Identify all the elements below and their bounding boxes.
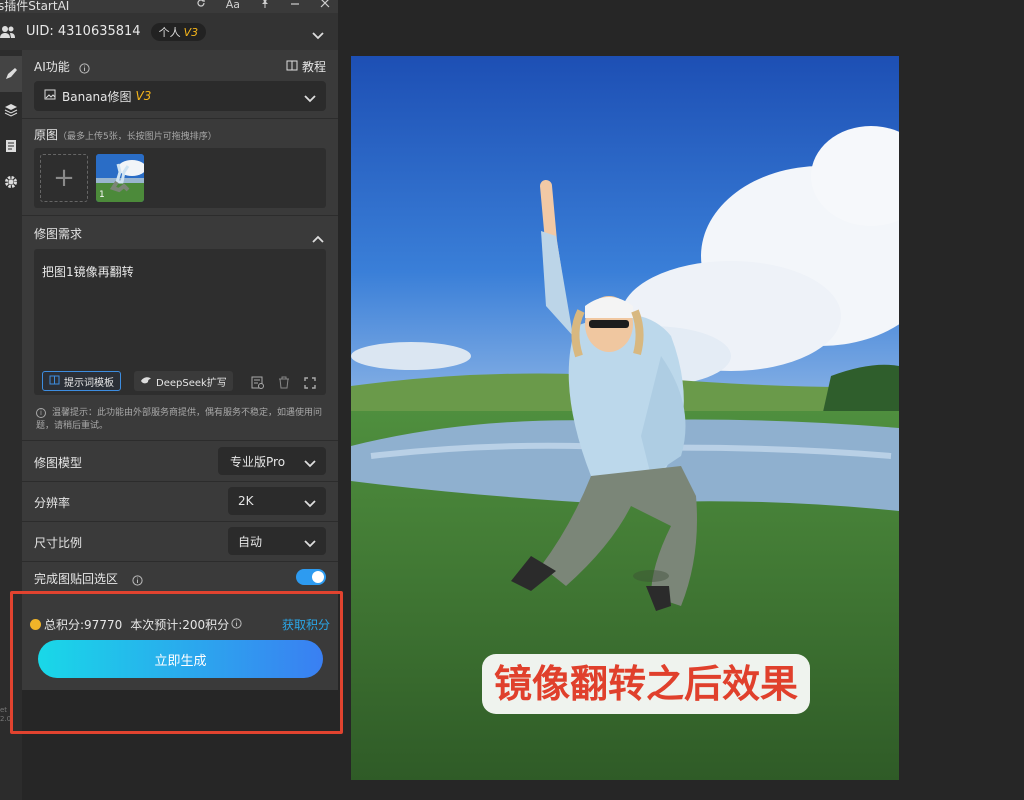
toggle-knob bbox=[312, 571, 324, 583]
divider bbox=[22, 118, 338, 119]
book-icon bbox=[49, 375, 60, 388]
refresh-icon[interactable] bbox=[196, 0, 206, 11]
edit-request-label: 修图需求 bbox=[34, 227, 83, 241]
document-icon bbox=[5, 139, 17, 153]
ratio-label: 尺寸比例 bbox=[34, 536, 83, 550]
paste-back-toggle[interactable] bbox=[296, 569, 326, 585]
prompt-template-button[interactable]: 提示词模板 bbox=[42, 371, 121, 391]
ratio-value: 自动 bbox=[238, 534, 263, 549]
chevron-up-icon[interactable] bbox=[312, 228, 324, 247]
resolution-value: 2K bbox=[238, 494, 254, 508]
brush-icon bbox=[4, 67, 18, 81]
font-icon[interactable]: Aa bbox=[226, 0, 240, 11]
add-image-button[interactable]: + bbox=[40, 154, 88, 202]
users-icon bbox=[0, 24, 16, 43]
badge-label: 个人 bbox=[158, 25, 181, 39]
original-label-text: 原图 bbox=[34, 128, 59, 142]
deepseek-label: DeepSeek扩写 bbox=[156, 377, 227, 389]
info-icon[interactable] bbox=[132, 571, 143, 590]
image-thumbnail[interactable]: 1 bbox=[96, 154, 144, 202]
original-hint: （最多上传5张，长按图片可拖拽排序） bbox=[58, 132, 217, 142]
deepseek-expand-button[interactable]: DeepSeek扩写 bbox=[134, 371, 233, 391]
trash-icon[interactable] bbox=[278, 374, 290, 393]
ai-function-label: AI功能 bbox=[34, 60, 70, 74]
divider bbox=[22, 215, 338, 216]
ratio-dropdown[interactable]: 自动 bbox=[228, 527, 326, 555]
chevron-down-icon[interactable] bbox=[312, 25, 324, 44]
chevron-down-icon bbox=[304, 92, 316, 106]
tip-text: i 温馨提示：此功能由外部服务商提供，偶有服务不稳定，如遇使用问题，请稍后重试。 bbox=[36, 407, 328, 433]
expand-icon[interactable] bbox=[304, 374, 316, 393]
edit-request-text: 把图1镜像再翻转 bbox=[42, 265, 134, 279]
prompt-template-label: 提示词模板 bbox=[64, 377, 114, 389]
chevron-down-icon bbox=[304, 457, 316, 471]
divider bbox=[22, 440, 338, 441]
divider bbox=[22, 481, 338, 482]
pin-icon[interactable] bbox=[260, 0, 270, 11]
account-badge: 个人 V3 bbox=[150, 22, 207, 41]
chevron-down-icon bbox=[304, 537, 316, 551]
layers-icon bbox=[4, 103, 18, 117]
model-label: 修图模型 bbox=[34, 456, 83, 470]
resolution-dropdown[interactable]: 2K bbox=[228, 487, 326, 515]
minimize-icon[interactable] bbox=[290, 0, 300, 11]
tool-settings[interactable] bbox=[0, 164, 22, 200]
tutorial-link[interactable]: 教程 bbox=[286, 58, 326, 75]
highlight-box bbox=[10, 591, 343, 734]
plus-icon: + bbox=[53, 163, 75, 193]
title-bar: s插件StartAI Aa bbox=[0, 0, 338, 13]
tutorial-label: 教程 bbox=[301, 60, 326, 74]
window-title: s插件StartAI bbox=[0, 0, 70, 13]
divider bbox=[22, 561, 338, 562]
model-dropdown[interactable]: 专业版Pro bbox=[218, 447, 326, 475]
edit-request-textarea[interactable]: 把图1镜像再翻转 提示词模板 DeepSeek扩写 bbox=[34, 249, 326, 395]
chevron-down-icon bbox=[304, 497, 316, 511]
tool-edit[interactable] bbox=[0, 56, 22, 92]
tool-document[interactable] bbox=[0, 128, 22, 164]
image-upload-area: + 1 bbox=[34, 148, 326, 208]
gear-icon bbox=[4, 175, 18, 189]
ai-function-version: V3 bbox=[135, 89, 152, 103]
image-icon bbox=[44, 89, 56, 103]
info-icon: i bbox=[36, 408, 46, 418]
resolution-label: 分辨率 bbox=[34, 496, 71, 510]
thumbnail-number: 1 bbox=[99, 190, 105, 200]
tip-content: 温馨提示：此功能由外部服务商提供，偶有服务不稳定，如遇使用问题，请稍后重试。 bbox=[36, 408, 323, 431]
model-value: 专业版Pro bbox=[230, 454, 286, 469]
original-label: 原图（最多上传5张，长按图片可拖拽排序） bbox=[34, 126, 217, 143]
paste-back-label: 完成图贴回选区 bbox=[34, 572, 119, 586]
uid-text: UID: 4310635814 bbox=[26, 24, 141, 39]
close-icon[interactable] bbox=[320, 0, 330, 11]
tool-layers[interactable] bbox=[0, 92, 22, 128]
annotation-label: 镜像翻转之后效果 bbox=[482, 654, 811, 714]
divider bbox=[22, 521, 338, 522]
ai-function-dropdown[interactable]: Banana修图 V3 bbox=[34, 81, 326, 111]
book-icon bbox=[286, 60, 298, 74]
user-bar: UID: 4310635814 个人 V3 bbox=[0, 13, 338, 50]
deepseek-icon bbox=[140, 375, 152, 388]
ai-function-value: Banana修图 bbox=[62, 89, 132, 104]
history-icon[interactable] bbox=[251, 374, 264, 393]
badge-version: V3 bbox=[183, 25, 199, 39]
info-icon[interactable] bbox=[79, 59, 90, 78]
